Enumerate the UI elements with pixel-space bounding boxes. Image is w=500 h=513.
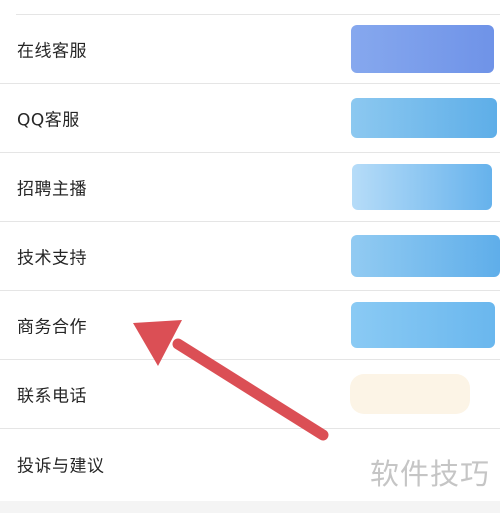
annotation-arrow-icon [133,320,329,441]
watermark-text: 软件技巧 [369,457,490,491]
